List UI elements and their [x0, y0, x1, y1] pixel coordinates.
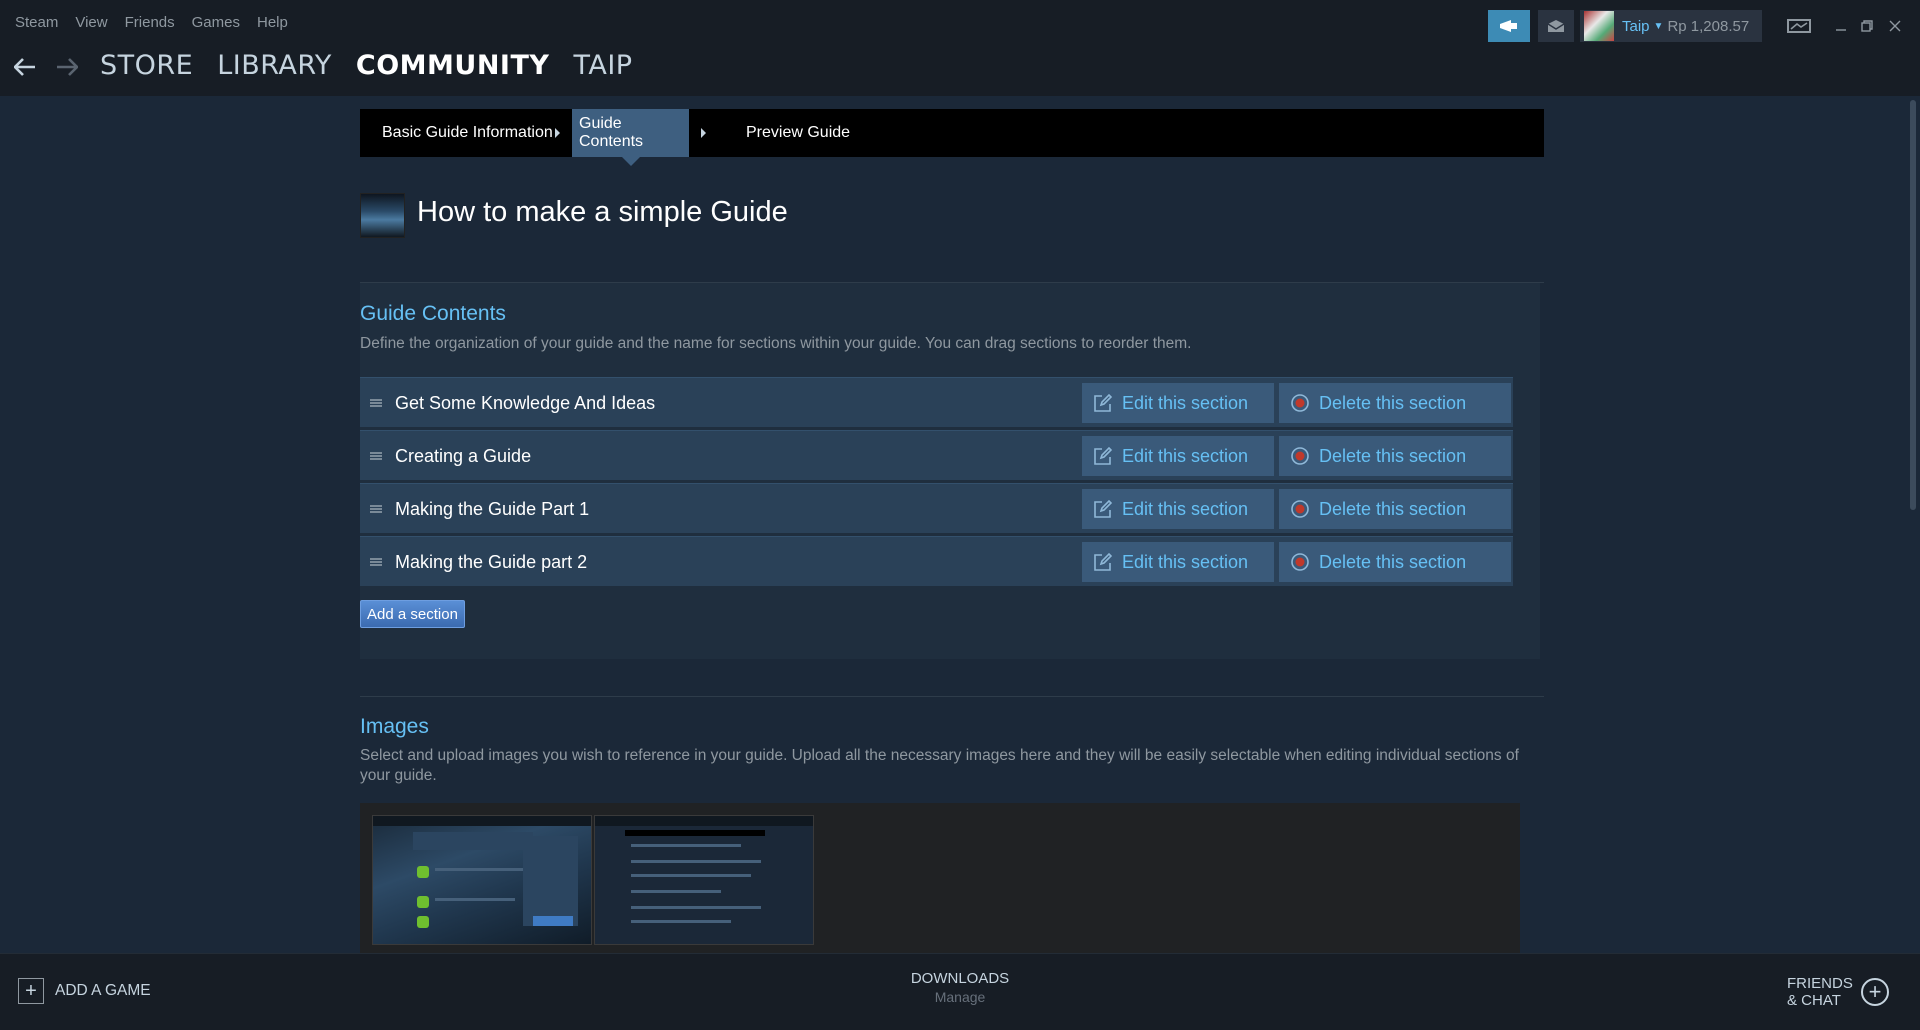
- menu-bar: Steam View Friends Games Help: [15, 14, 305, 31]
- circle-x-icon: [1289, 392, 1311, 414]
- nav-community[interactable]: COMMUNITY: [356, 50, 550, 81]
- edit-section-label: Edit this section: [1122, 498, 1249, 519]
- delete-section-button[interactable]: Delete this section: [1279, 542, 1511, 582]
- nav-library[interactable]: LIBRARY: [217, 50, 332, 81]
- guide-contents-description: Define the organization of your guide an…: [360, 335, 1192, 352]
- delete-section-button[interactable]: Delete this section: [1279, 436, 1511, 476]
- downloads-label: DOWNLOADS: [910, 970, 1010, 987]
- account-menu[interactable]: Taip ▼ Rp 1,208.57: [1580, 10, 1762, 42]
- add-section-button[interactable]: Add a section: [360, 600, 465, 628]
- add-game-label: ADD A GAME: [55, 982, 151, 999]
- section-name: Making the Guide Part 1: [395, 499, 590, 519]
- divider: [360, 696, 1544, 697]
- edit-section-button[interactable]: Edit this section: [1082, 436, 1274, 476]
- edit-section-button[interactable]: Edit this section: [1082, 383, 1274, 423]
- big-picture-icon: [1787, 19, 1811, 33]
- delete-section-button[interactable]: Delete this section: [1279, 489, 1511, 529]
- minimize-icon[interactable]: [1830, 10, 1852, 42]
- guide-steps-tabs: Basic Guide Information Guide Contents P…: [360, 109, 1544, 166]
- drag-handle-icon[interactable]: [370, 505, 382, 513]
- friends-chat-button[interactable]: FRIENDS & CHAT +: [1787, 975, 1889, 1009]
- section-name: Creating a Guide: [395, 446, 532, 466]
- drag-handle-icon[interactable]: [370, 399, 382, 407]
- section-row[interactable]: Making the Guide part 2 Edit this sectio…: [360, 536, 1513, 586]
- edit-section-label: Edit this section: [1122, 551, 1249, 572]
- delete-section-label: Delete this section: [1319, 445, 1467, 466]
- step-arrow-icon: [701, 128, 706, 138]
- wallet-balance: Rp 1,208.57: [1667, 17, 1750, 35]
- forward-arrow-icon[interactable]: [52, 52, 82, 82]
- pencil-square-icon: [1092, 392, 1114, 414]
- megaphone-icon: [1500, 20, 1517, 32]
- pencil-square-icon: [1092, 498, 1114, 520]
- close-icon[interactable]: [1884, 10, 1906, 42]
- plus-icon: +: [18, 978, 44, 1004]
- envelope-icon: [1547, 20, 1565, 32]
- circle-x-icon: [1289, 551, 1311, 573]
- downloads-button[interactable]: DOWNLOADS Manage: [910, 970, 1010, 1005]
- announcements-button[interactable]: [1488, 10, 1530, 42]
- delete-section-label: Delete this section: [1319, 498, 1467, 519]
- nav-profile[interactable]: TAIP: [573, 50, 632, 81]
- tab-preview-guide[interactable]: Preview Guide: [724, 109, 872, 157]
- main-content: Basic Guide Information Guide Contents P…: [0, 96, 1906, 953]
- edit-section-button[interactable]: Edit this section: [1082, 489, 1274, 529]
- images-description: Select and upload images you wish to ref…: [360, 747, 1519, 784]
- delete-section-label: Delete this section: [1319, 551, 1467, 572]
- add-game-button[interactable]: + ADD A GAME: [18, 978, 151, 1004]
- scrollbar-thumb[interactable]: [1910, 100, 1916, 510]
- account-name: Taip: [1622, 17, 1650, 35]
- edit-section-label: Edit this section: [1122, 445, 1249, 466]
- guide-contents-heading: Guide Contents: [360, 302, 506, 325]
- drag-handle-icon[interactable]: [370, 452, 382, 460]
- edit-section-label: Edit this section: [1122, 392, 1249, 413]
- section-row[interactable]: Get Some Knowledge And Ideas Edit this s…: [360, 377, 1513, 427]
- images-gallery: [360, 803, 1520, 953]
- menu-games[interactable]: Games: [192, 14, 240, 31]
- page-title: How to make a simple Guide: [417, 196, 788, 228]
- menu-help[interactable]: Help: [257, 14, 288, 31]
- menu-friends[interactable]: Friends: [125, 14, 175, 31]
- downloads-manage-label: Manage: [934, 989, 986, 1005]
- top-bar: Steam View Friends Games Help STORE LIBR…: [0, 0, 1920, 96]
- section-name: Get Some Knowledge And Ideas: [395, 393, 656, 413]
- tab-basic-guide-information[interactable]: Basic Guide Information: [360, 109, 575, 157]
- step-arrow-icon: [555, 128, 560, 138]
- pencil-square-icon: [1092, 551, 1114, 573]
- circle-x-icon: [1289, 445, 1311, 467]
- main-nav: STORE LIBRARY COMMUNITY TAIP: [100, 50, 657, 81]
- tab-guide-contents[interactable]: Guide Contents: [572, 109, 689, 157]
- big-picture-button[interactable]: [1782, 10, 1816, 42]
- nav-store[interactable]: STORE: [100, 50, 193, 81]
- active-tab-pointer: [622, 157, 640, 166]
- images-heading: Images: [360, 715, 429, 738]
- menu-view[interactable]: View: [75, 14, 107, 31]
- section-list: Get Some Knowledge And Ideas Edit this s…: [360, 377, 1513, 589]
- bottom-bar: + ADD A GAME DOWNLOADS Manage FRIENDS & …: [0, 953, 1920, 1030]
- restore-icon[interactable]: [1856, 10, 1878, 42]
- delete-section-button[interactable]: Delete this section: [1279, 383, 1511, 423]
- uploaded-image-thumbnail[interactable]: [594, 815, 814, 945]
- delete-section-label: Delete this section: [1319, 392, 1467, 413]
- section-row[interactable]: Creating a Guide Edit this section Delet…: [360, 430, 1513, 480]
- back-arrow-icon[interactable]: [10, 52, 40, 82]
- chevron-down-icon: ▼: [1653, 20, 1664, 32]
- section-name: Making the Guide part 2: [395, 552, 588, 572]
- plus-circle-icon: +: [1861, 978, 1889, 1006]
- notifications-button[interactable]: [1538, 10, 1574, 42]
- edit-section-button[interactable]: Edit this section: [1082, 542, 1274, 582]
- circle-x-icon: [1289, 498, 1311, 520]
- menu-steam[interactable]: Steam: [15, 14, 58, 31]
- section-row[interactable]: Making the Guide Part 1 Edit this sectio…: [360, 483, 1513, 533]
- scrollbar[interactable]: [1906, 96, 1920, 953]
- drag-handle-icon[interactable]: [370, 558, 382, 566]
- friends-chat-label: FRIENDS & CHAT: [1787, 975, 1853, 1009]
- uploaded-image-thumbnail[interactable]: [372, 815, 592, 945]
- guide-thumbnail: [360, 193, 405, 238]
- pencil-square-icon: [1092, 445, 1114, 467]
- avatar: [1584, 11, 1614, 41]
